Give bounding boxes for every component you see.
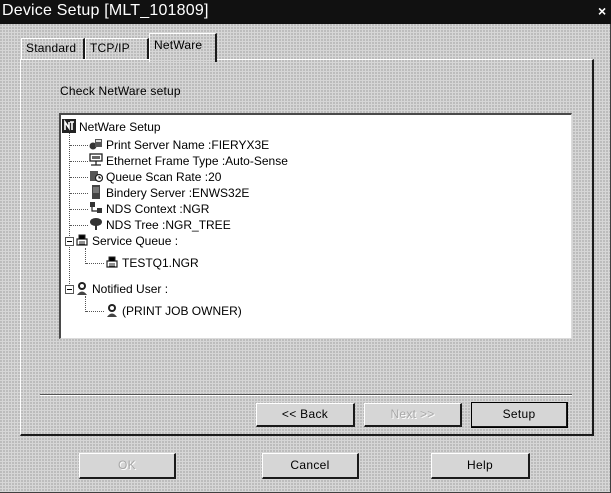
tab-tcpip[interactable]: TCP/IP: [85, 38, 149, 59]
tree-item-bindery-server[interactable]: Bindery Server :ENWS32E: [89, 185, 249, 201]
tree-item-label: (PRINT JOB OWNER): [122, 304, 242, 318]
tree-item-label: NDS Context :NGR: [106, 202, 210, 216]
tree-item-nds-tree[interactable]: NDS Tree :NGR_TREE: [89, 217, 231, 233]
tree-root-netware-setup[interactable]: NetWare Setup: [62, 119, 161, 135]
tree-item-label: Queue Scan Rate :20: [106, 170, 222, 184]
queue-scan-icon: [90, 171, 103, 183]
tree-item-label: Print Server Name :FIERYX3E: [106, 138, 270, 152]
ok-button[interactable]: OK: [79, 453, 176, 479]
tree-item-label: TESTQ1.NGR: [122, 256, 199, 270]
close-icon[interactable]: ×: [598, 3, 611, 19]
help-button[interactable]: Help: [431, 453, 530, 479]
tree-item-service-queue[interactable]: Service Queue :: [75, 233, 178, 249]
window-title: Device Setup [MLT_101809]: [2, 2, 209, 19]
print-queue-icon: [76, 234, 88, 246]
notified-user-collapse-toggle[interactable]: [65, 285, 74, 294]
tree-item-label: Notified User :: [92, 282, 169, 296]
service-queue-collapse-toggle[interactable]: [65, 237, 74, 246]
tree-item-print-job-owner[interactable]: (PRINT JOB OWNER): [105, 303, 242, 319]
tab-netware[interactable]: NetWare: [149, 33, 217, 62]
next-button[interactable]: Next >>: [364, 403, 462, 427]
tab-standard-label: Standard: [26, 41, 77, 55]
cancel-button[interactable]: Cancel: [262, 453, 359, 479]
tree-item-nds-context[interactable]: NDS Context :NGR: [89, 201, 209, 217]
user-icon: [107, 304, 117, 317]
nds-tree-icon: [90, 218, 102, 230]
print-server-icon: [89, 139, 102, 150]
tab-tcpip-label: TCP/IP: [90, 41, 130, 55]
netware-setup-tree[interactable]: NetWare Setup Print Server Name :FIERYX3…: [59, 113, 572, 339]
tree-item-queue-scan[interactable]: Queue Scan Rate :20: [89, 169, 221, 185]
tree-item-label: Service Queue :: [92, 234, 179, 248]
server-tower-icon: [92, 185, 100, 199]
setup-button[interactable]: Setup: [471, 402, 568, 428]
tree-item-label: Ethernet Frame Type :Auto-Sense: [106, 154, 288, 168]
separator-line: [40, 394, 572, 396]
back-button[interactable]: << Back: [256, 403, 355, 427]
tree-item-testq1[interactable]: TESTQ1.NGR: [105, 255, 199, 271]
network-frame-icon: [89, 153, 103, 166]
tree-item-label: Bindery Server :ENWS32E: [106, 186, 250, 200]
tree-root-label: NetWare Setup: [79, 120, 161, 134]
tree-item-label: NDS Tree :NGR_TREE: [106, 218, 231, 232]
tree-item-print-server[interactable]: Print Server Name :FIERYX3E: [89, 137, 269, 153]
panel-heading: Check NetWare setup: [60, 84, 181, 98]
print-queue-icon: [106, 256, 118, 268]
title-bar[interactable]: Device Setup [MLT_101809] ×: [0, 0, 611, 24]
nds-context-icon: [90, 202, 102, 213]
user-icon: [77, 282, 87, 295]
tab-standard[interactable]: Standard: [21, 38, 85, 59]
tree-item-frame-type[interactable]: Ethernet Frame Type :Auto-Sense: [89, 153, 288, 169]
device-setup-dialog: Device Setup [MLT_101809] × Standard TCP…: [0, 0, 611, 493]
tab-netware-label: NetWare: [154, 38, 203, 52]
tree-item-notified-user[interactable]: Notified User :: [75, 281, 168, 297]
netware-icon: [62, 119, 76, 133]
